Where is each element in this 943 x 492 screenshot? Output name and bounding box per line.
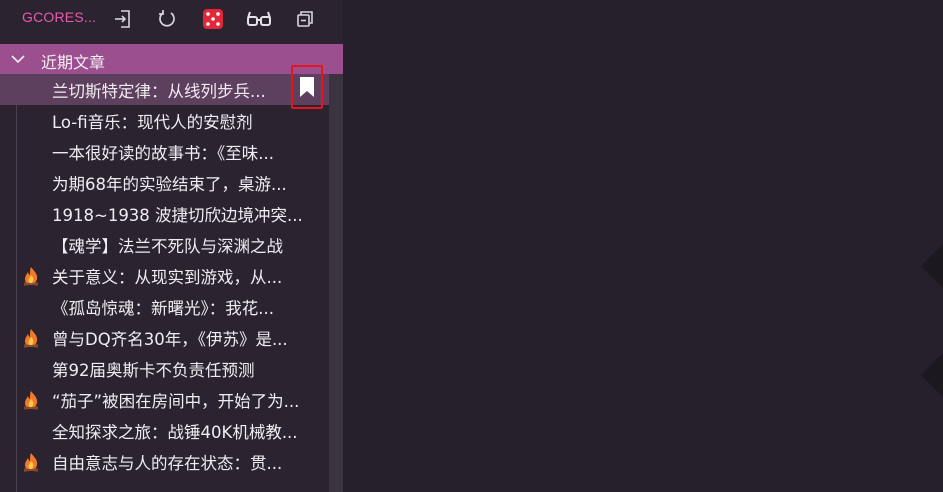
article-item[interactable]: 关于意义：从现实到游戏，从... — [0, 260, 329, 291]
article-title: 全知探求之旅：战锤40K机械教... — [52, 423, 298, 442]
fire-icon — [22, 452, 40, 472]
article-item[interactable]: Lo-fi音乐：现代人的安慰剂 — [0, 105, 329, 136]
dice-icon[interactable] — [200, 6, 226, 32]
article-item[interactable]: “茄子”被困在房间中，开始了为... — [0, 384, 329, 415]
article-title: 第92届奥斯卡不负责任预测 — [52, 361, 255, 380]
sidebar: GCORES... 近期文章 兰切斯特定律：从线列步兵... Lo-fi音乐：现… — [0, 0, 343, 492]
article-title: 一本很好读的故事书：《至味... — [52, 144, 274, 163]
article-item[interactable]: 自由意志与人的存在状态：贯... — [0, 446, 329, 477]
fire-icon — [22, 328, 40, 348]
chevron-down-icon — [10, 51, 26, 67]
article-title: “茄子”被困在房间中，开始了为... — [52, 392, 300, 411]
app-title[interactable]: GCORES... — [22, 9, 96, 25]
article-title: 1918~1938 波捷切欣边境冲突... — [52, 206, 303, 225]
article-title: 曾与DQ齐名30年，《伊苏》是... — [52, 330, 288, 349]
bookmark-button[interactable] — [291, 65, 323, 109]
article-title: 【魂学】法兰不死队与深渊之战 — [52, 237, 283, 256]
article-item[interactable]: 【魂学】法兰不死队与深渊之战 — [0, 229, 329, 260]
refresh-icon[interactable] — [154, 6, 180, 32]
fire-icon — [22, 266, 40, 286]
bookmark-icon — [300, 77, 314, 97]
article-title: Lo-fi音乐：现代人的安慰剂 — [52, 113, 253, 132]
article-title: 兰切斯特定律：从线列步兵... — [52, 82, 266, 101]
fire-icon — [22, 390, 40, 410]
article-item[interactable]: 为期68年的实验结束了，桌游... — [0, 167, 329, 198]
article-title: 《孤岛惊魂：新曙光》：我花... — [52, 299, 274, 318]
article-item[interactable]: 曾与DQ齐名30年，《伊苏》是... — [0, 322, 329, 353]
collapse-all-icon[interactable] — [292, 6, 318, 32]
article-item[interactable]: 第92届奥斯卡不负责任预测 — [0, 353, 329, 384]
scrollbar[interactable] — [329, 74, 343, 492]
chevron-left-decoration — [918, 353, 943, 397]
article-title: 关于意义：从现实到游戏，从... — [52, 268, 283, 287]
section-title: 近期文章 — [41, 53, 106, 72]
article-item[interactable]: 一本很好读的故事书：《至味... — [0, 136, 329, 167]
article-title: 为期68年的实验结束了，桌游... — [52, 175, 287, 194]
chevron-left-decoration — [918, 244, 943, 288]
glasses-icon[interactable] — [246, 6, 272, 32]
article-item[interactable]: 兰切斯特定律：从线列步兵... — [0, 74, 329, 105]
article-title: 自由意志与人的存在状态：贯... — [52, 454, 283, 473]
logout-icon[interactable] — [110, 6, 136, 32]
article-item[interactable]: 1918~1938 波捷切欣边境冲突... — [0, 198, 329, 229]
article-item[interactable]: 全知探求之旅：战锤40K机械教... — [0, 415, 329, 446]
toolbar: GCORES... — [0, 0, 343, 38]
article-item[interactable]: 《孤岛惊魂：新曙光》：我花... — [0, 291, 329, 322]
